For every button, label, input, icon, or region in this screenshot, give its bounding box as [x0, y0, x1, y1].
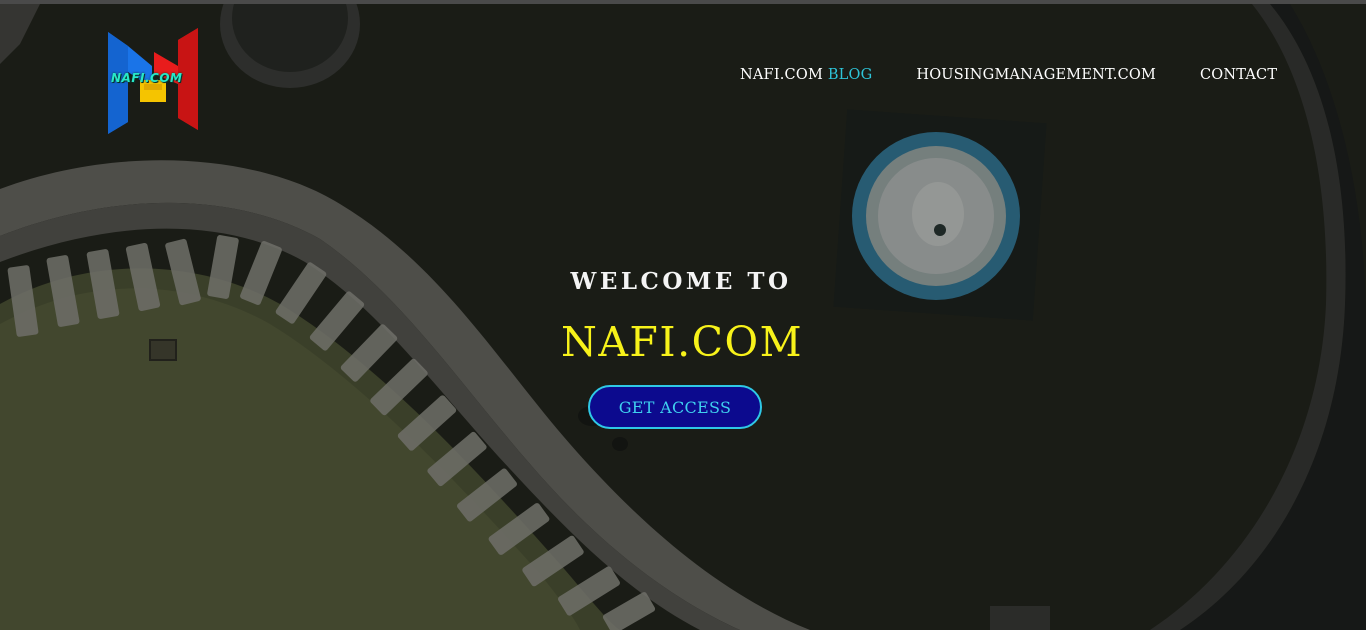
- brand-title: NAFI.COM: [560, 318, 804, 366]
- hero-section: NAFI.COM NAFI.COM BLOG HOUSINGMANAGEMENT…: [0, 4, 1366, 630]
- logo-text: NAFI.COM: [111, 71, 183, 85]
- nav-link-blog-main: NAFI.COM: [740, 67, 823, 83]
- welcome-heading: WELCOME TO: [570, 268, 792, 295]
- main-navigation: NAFI.COM BLOG HOUSINGMANAGEMENT.COM CONT…: [740, 67, 1277, 83]
- nav-link-blog[interactable]: NAFI.COM BLOG: [740, 67, 872, 83]
- nav-link-blog-accent: BLOG: [827, 67, 873, 83]
- nav-link-housingmanagement[interactable]: HOUSINGMANAGEMENT.COM: [916, 67, 1156, 83]
- get-access-button[interactable]: GET ACCESS: [588, 385, 762, 429]
- site-logo[interactable]: NAFI.COM: [106, 26, 200, 136]
- hero-background-image: [0, 4, 1366, 630]
- nav-link-contact[interactable]: CONTACT: [1200, 67, 1277, 83]
